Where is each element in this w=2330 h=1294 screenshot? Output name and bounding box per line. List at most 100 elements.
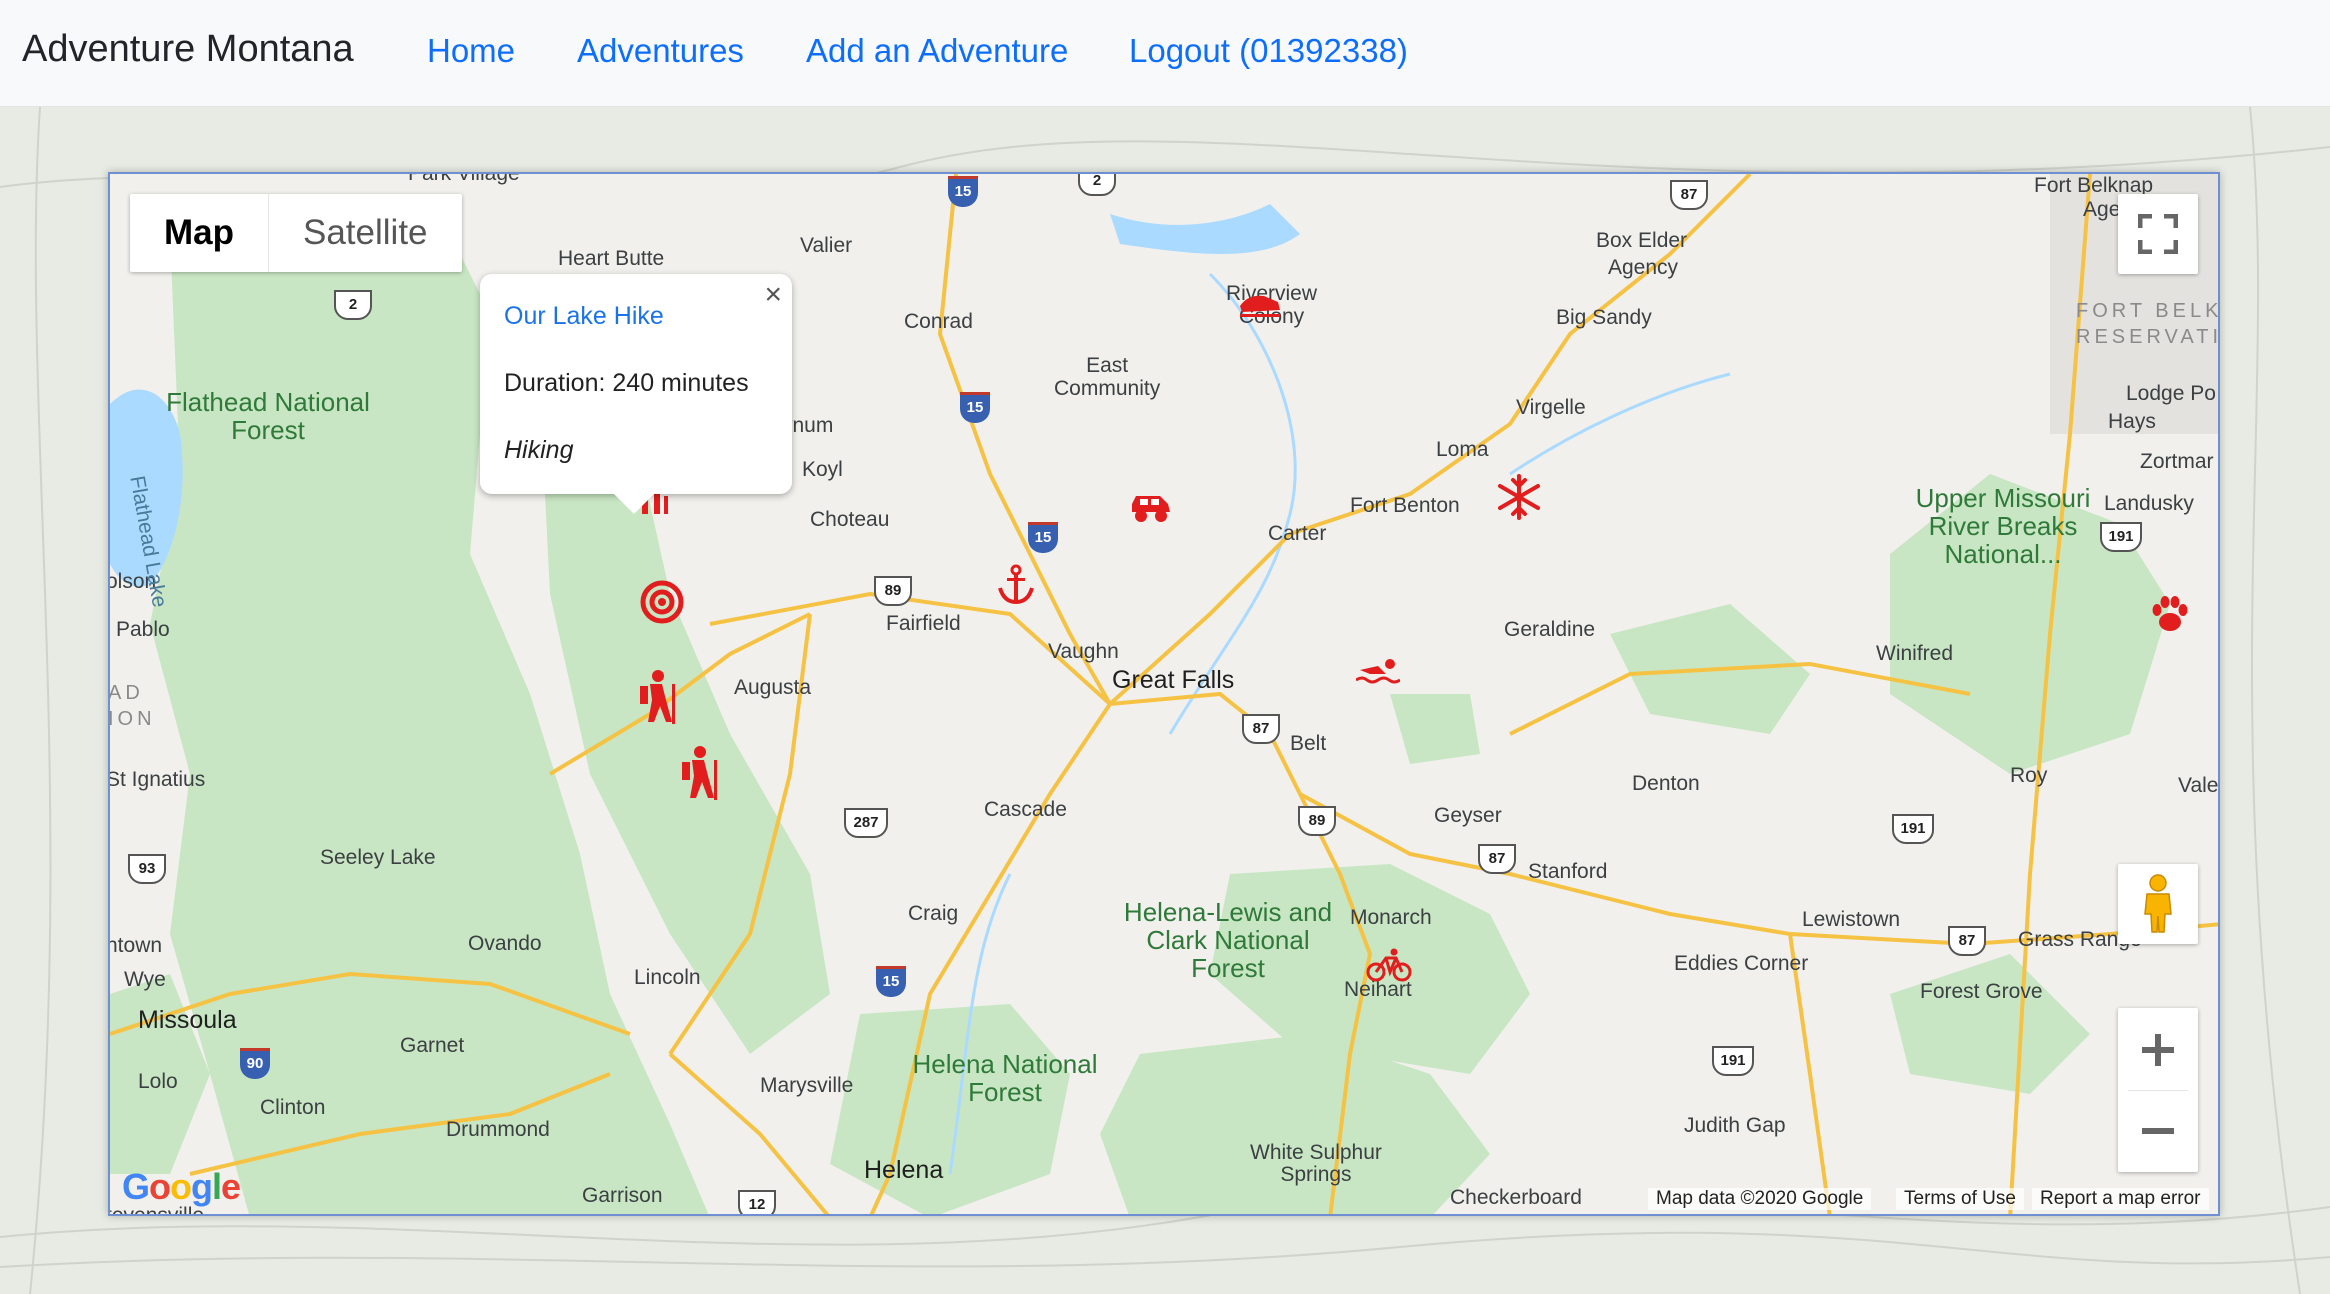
- street-view-pegman[interactable]: [2118, 864, 2198, 944]
- place-label: Helena: [864, 1156, 944, 1184]
- highway-shield: 12: [738, 1190, 776, 1214]
- highway-shield: 87: [1242, 714, 1280, 744]
- info-window: × Our Lake Hike Duration: 240 minutes Hi…: [480, 274, 792, 514]
- highway-shield: 89: [1298, 806, 1336, 836]
- nav-add-adventure-link[interactable]: Add an Adventure: [806, 32, 1068, 70]
- report-map-error-link[interactable]: Report a map error: [2032, 1188, 2209, 1210]
- place-label: Landusky: [2104, 492, 2194, 515]
- adventure-title-link[interactable]: Our Lake Hike: [504, 302, 768, 331]
- place-label: Geyser: [1434, 804, 1502, 827]
- forest-label: Helena National Forest: [912, 1049, 1098, 1107]
- zoom-out-button[interactable]: [2140, 1091, 2176, 1171]
- map-type-satellite-button[interactable]: Satellite: [269, 194, 462, 272]
- place-label: Lincoln: [634, 966, 701, 989]
- hiking-icon[interactable]: [678, 746, 722, 800]
- place-label: Vale: [2178, 774, 2219, 797]
- place-label: Drummond: [446, 1118, 550, 1141]
- place-label: Heart Butte: [558, 247, 665, 270]
- place-label: Lolo: [138, 1070, 178, 1093]
- place-label: Fairfield: [886, 612, 961, 635]
- place-label: Box Elder: [1596, 229, 1688, 252]
- forest-label: Flathead National Forest: [166, 387, 370, 445]
- fullscreen-button[interactable]: [2118, 194, 2198, 274]
- highway-shield: 191: [2100, 522, 2142, 552]
- place-label: ntown: [108, 934, 163, 957]
- map-container[interactable]: Park Village Heart Butte Valier Conrad E…: [108, 172, 2220, 1216]
- map-data-attribution: Map data ©2020 Google: [1648, 1188, 1872, 1210]
- pegman-icon: [2144, 874, 2172, 933]
- close-icon[interactable]: ×: [764, 278, 782, 312]
- nav-home-link[interactable]: Home: [427, 32, 515, 70]
- nav-adventures-link[interactable]: Adventures: [577, 32, 744, 70]
- place-label: Belt: [1290, 732, 1327, 755]
- place-label: Craig: [908, 902, 959, 925]
- reservation-label: FORT BELKNAPRESERVATION: [2076, 300, 2218, 348]
- paw-icon[interactable]: [2150, 594, 2190, 634]
- highway-shield: 93: [128, 854, 166, 884]
- place-label: Lodge Po: [2126, 382, 2216, 405]
- place-label: Carter: [1268, 522, 1327, 545]
- place-label: Park Village: [408, 172, 520, 185]
- place-label: Judith Gap: [1684, 1114, 1786, 1137]
- minus-icon: [2142, 1127, 2174, 1134]
- highway-shield: 89: [874, 576, 912, 606]
- place-label: Cascade: [984, 798, 1067, 821]
- place-label: Pablo: [116, 618, 170, 641]
- highway-shield: 90: [240, 1048, 270, 1079]
- place-label: Checkerboard: [1450, 1186, 1582, 1209]
- zoom-control: [2118, 1008, 2198, 1172]
- snowmobile-icon[interactable]: [1238, 292, 1282, 318]
- plus-icon: [2142, 1033, 2174, 1066]
- place-label: East Community: [1054, 354, 1161, 400]
- place-label: Loma: [1436, 438, 1489, 461]
- place-label: Garnet: [400, 1034, 465, 1057]
- place-label: Seeley Lake: [320, 846, 436, 869]
- place-label: Lewistown: [1802, 908, 1901, 931]
- fullscreen-icon: [2138, 214, 2178, 254]
- offroad-icon[interactable]: [1130, 490, 1172, 524]
- place-label: Agency: [1608, 256, 1679, 279]
- place-label: Vaughn: [1048, 640, 1119, 663]
- highway-shield: 287: [844, 808, 888, 838]
- target-icon[interactable]: [640, 580, 684, 624]
- forest-label: Upper Missouri River Breaks National...: [1915, 483, 2091, 569]
- place-label: Big Sandy: [1556, 306, 1652, 329]
- swimming-icon[interactable]: [1356, 658, 1400, 686]
- zoom-in-button[interactable]: [2128, 1010, 2188, 1091]
- place-label: Hays: [2108, 410, 2156, 433]
- reservation-label: AD ION: [108, 682, 156, 730]
- nav-logout-link[interactable]: Logout (01392338): [1129, 32, 1408, 70]
- place-label: Stanford: [1528, 860, 1608, 883]
- highway-shield: 87: [1670, 180, 1708, 210]
- top-navbar: Adventure Montana Home Adventures Add an…: [0, 0, 2330, 107]
- place-label: Choteau: [810, 508, 890, 531]
- brand-title[interactable]: Adventure Montana: [22, 28, 354, 71]
- place-label: Valier: [800, 234, 853, 257]
- highway-shield: 191: [1712, 1046, 1754, 1076]
- highway-shield: 15: [948, 176, 978, 207]
- place-label: Forest Grove: [1920, 980, 2043, 1003]
- map-canvas[interactable]: [110, 174, 2220, 1216]
- place-label: Wye: [124, 968, 166, 991]
- place-label: Winifred: [1876, 642, 1954, 665]
- place-label: Great Falls: [1112, 666, 1235, 694]
- place-label: Zortmar: [2140, 450, 2214, 473]
- highway-shield: 2: [334, 290, 372, 320]
- highway-shield: 87: [1948, 926, 1986, 956]
- highway-shield: 15: [1028, 522, 1058, 553]
- place-label: Monarch: [1350, 906, 1432, 929]
- adventure-duration: Duration: 240 minutes: [504, 369, 749, 397]
- place-label: White Sulphur Springs: [1250, 1141, 1382, 1186]
- snowflake-icon[interactable]: [1496, 474, 1542, 520]
- highway-shield: 191: [1892, 814, 1934, 844]
- hiking-icon[interactable]: [636, 670, 680, 724]
- adventure-type: Hiking: [504, 436, 574, 464]
- cycling-icon[interactable]: [1366, 948, 1412, 982]
- terms-of-use-link[interactable]: Terms of Use: [1896, 1188, 2024, 1210]
- place-label: Roy: [2010, 764, 2048, 787]
- map-type-map-button[interactable]: Map: [130, 194, 269, 272]
- google-logo[interactable]: Google: [122, 1166, 241, 1208]
- highway-shield: 15: [960, 392, 990, 423]
- anchor-icon[interactable]: [996, 564, 1036, 604]
- place-label: Missoula: [138, 1006, 237, 1034]
